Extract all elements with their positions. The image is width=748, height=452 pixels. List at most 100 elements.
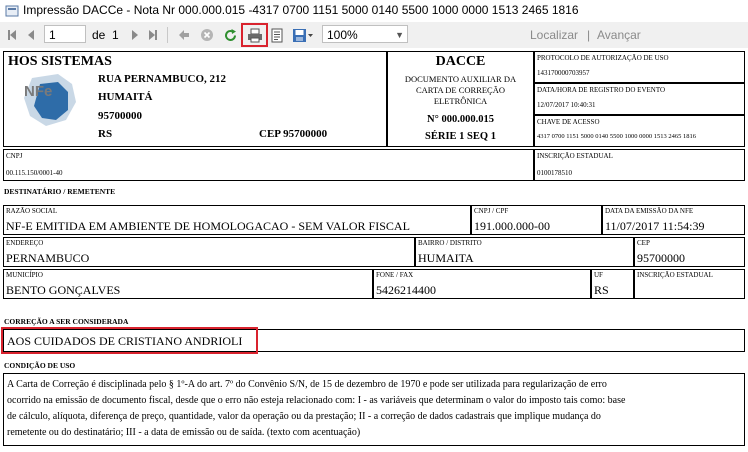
emitter-cep: CEP 95700000 [259,128,328,140]
recipient-cnpj-value: 191.000.000-00 [474,219,550,233]
dacce-title: DACCE [435,54,486,69]
emitter-box: HOS SISTEMAS NFe RUA PERNAMBUCO, 212 HUM… [3,51,387,147]
first-page-icon [8,30,16,40]
stop-icon [201,29,213,41]
nfe-logo-icon: NFe [24,74,76,126]
conditions-line: de cálculo, alíquota, diferença de preço… [7,411,601,422]
emitter-city: HUMAITÁ [98,91,153,103]
previous-page-button[interactable] [24,25,38,45]
recipient-cep-value: 95700000 [637,251,685,265]
recipient-cep-box: CEP 95700000 [634,237,745,267]
uf-box: UF RS [591,269,634,299]
print-button-highlight [241,23,268,47]
first-page-button[interactable] [5,25,19,45]
address-value: PERNAMBUCO [6,251,90,265]
access-key-value: 4317 0700 1151 5000 0140 5500 1000 0000 … [537,133,697,140]
refresh-icon [224,28,236,41]
emitter-zip: 95700000 [98,110,142,122]
next-match-button[interactable]: Avançar [597,28,641,42]
city-box: MUNICÍPIO BENTO GONÇALVES [3,269,373,299]
correction-section-title: CORREÇÃO A SER CONSIDERADA [4,317,129,326]
protocol-box: PROTOCOLO DE AUTORIZAÇÃO DE USO 14317000… [534,51,745,83]
find-separator: | [587,28,591,42]
back-icon [179,30,189,40]
recipient-ie-box: INSCRIÇÃO ESTADUAL [634,269,745,299]
app-icon [5,5,19,17]
recipient-section-title: DESTINATÁRIO / REMETENTE [4,187,116,196]
report-toolbar: 1 de 1 100% ▼ Localizar | Avançar [0,22,748,49]
uf-label: UF [594,271,603,279]
protocol-value: 143170000703957 [537,69,590,77]
access-key-label: CHAVE DE ACESSO [537,118,600,126]
state-registration-label: INSCRIÇÃO ESTADUAL [537,152,613,160]
window-title: Impressão DACCe - Nota Nr 000.000.015 -4… [23,3,579,17]
previous-page-icon [28,30,34,40]
recipient-cnpj-box: CNPJ / CPF 191.000.000-00 [471,205,602,235]
phone-label: FONE / FAX [376,271,414,279]
last-page-button[interactable] [146,25,160,45]
event-datetime-value: 12/07/2017 10:40:31 [537,101,596,109]
emitter-name: HOS SISTEMAS [8,54,112,69]
zoom-select[interactable]: 100% ▼ [322,25,408,43]
phone-value: 5426214400 [376,283,436,297]
recipient-cnpj-label: CNPJ / CPF [474,207,509,215]
address-label: ENDEREÇO [6,239,44,247]
recipient-name-box: RAZÃO SOCIAL NF-E EMITIDA EM AMBIENTE DE… [3,205,471,235]
recipient-ie-label: INSCRIÇÃO ESTADUAL [637,271,713,279]
nfe-logo-text: NFe [24,83,52,100]
phone-box: FONE / FAX 5426214400 [373,269,591,299]
recipient-name-value: NF-E EMITIDA EM AMBIENTE DE HOMOLOGACAO … [6,219,410,233]
recipient-cep-label: CEP [637,239,650,247]
page-of-label: de [92,28,106,42]
issue-date-value: 11/07/2017 11:54:39 [605,219,705,233]
dacce-series: SÉRIE 1 SEQ 1 [425,131,496,142]
find-button[interactable]: Localizar [530,28,578,42]
conditions-section-title: CONDIÇÃO DE USO [4,361,76,370]
dacce-title-box: DACCE DOCUMENTO AUXILIAR DA CARTA DE COR… [387,51,534,147]
page-layout-icon [271,28,283,42]
issue-date-box: DATA DA EMISSÃO DA NFe 11/07/2017 11:54:… [602,205,745,235]
dacce-document: HOS SISTEMAS NFe RUA PERNAMBUCO, 212 HUM… [0,48,748,452]
conditions-line: remetente ou do destinatário; III - a da… [7,427,361,438]
correction-highlight [1,327,258,354]
state-registration-box: INSCRIÇÃO ESTADUAL 0100178510 [534,149,745,181]
back-button[interactable] [176,25,192,45]
city-label: MUNICÍPIO [6,271,43,279]
refresh-button[interactable] [221,25,239,45]
export-icon [293,28,313,42]
district-value: HUMAITA [418,251,474,265]
protocol-label: PROTOCOLO DE AUTORIZAÇÃO DE USO [537,54,669,62]
district-label: BAIRRO / DISTRITO [418,239,482,247]
issue-date-label: DATA DA EMISSÃO DA NFe [605,207,694,215]
chevron-down-icon: ▼ [395,30,404,40]
cnpj-value: 00.115.150/0001-40 [6,169,63,177]
city-value: BENTO GONÇALVES [6,283,121,297]
uf-value: RS [594,283,609,297]
event-datetime-label: DATA/HORA DE REGISTRO DO EVENTO [537,86,666,94]
next-page-icon [132,30,138,40]
conditions-text: A Carta de Correção é disciplinada pelo … [7,377,625,441]
conditions-box: A Carta de Correção é disciplinada pelo … [3,373,745,446]
stop-button[interactable] [198,25,216,45]
emitter-street: RUA PERNAMBUCO, 212 [98,73,227,85]
page-number-input[interactable]: 1 [44,25,86,43]
page-total: 1 [112,28,119,42]
address-box: ENDEREÇO PERNAMBUCO [3,237,415,267]
dacce-number: N° 000.000.015 [427,114,494,125]
next-page-button[interactable] [128,25,142,45]
district-box: BAIRRO / DISTRITO HUMAITA [415,237,634,267]
last-page-icon [149,30,157,40]
state-registration-value: 0100178510 [537,169,572,177]
toolbar-separator [167,27,168,43]
title-bar: Impressão DACCe - Nota Nr 000.000.015 -4… [0,0,748,23]
event-datetime-box: DATA/HORA DE REGISTRO DO EVENTO 12/07/20… [534,83,745,115]
conditions-line: A Carta de Correção é disciplinada pelo … [7,379,607,390]
zoom-value: 100% [327,28,358,42]
page-number-value: 1 [49,28,56,42]
cnpj-label: CNPJ [6,152,23,160]
emitter-state: RS [98,128,113,140]
page-layout-button[interactable] [268,25,286,45]
dacce-subtitle: DOCUMENTO AUXILIAR DA CARTA DE CORREÇÃO … [404,74,517,106]
recipient-name-label: RAZÃO SOCIAL [6,207,58,215]
export-button[interactable] [290,25,316,45]
